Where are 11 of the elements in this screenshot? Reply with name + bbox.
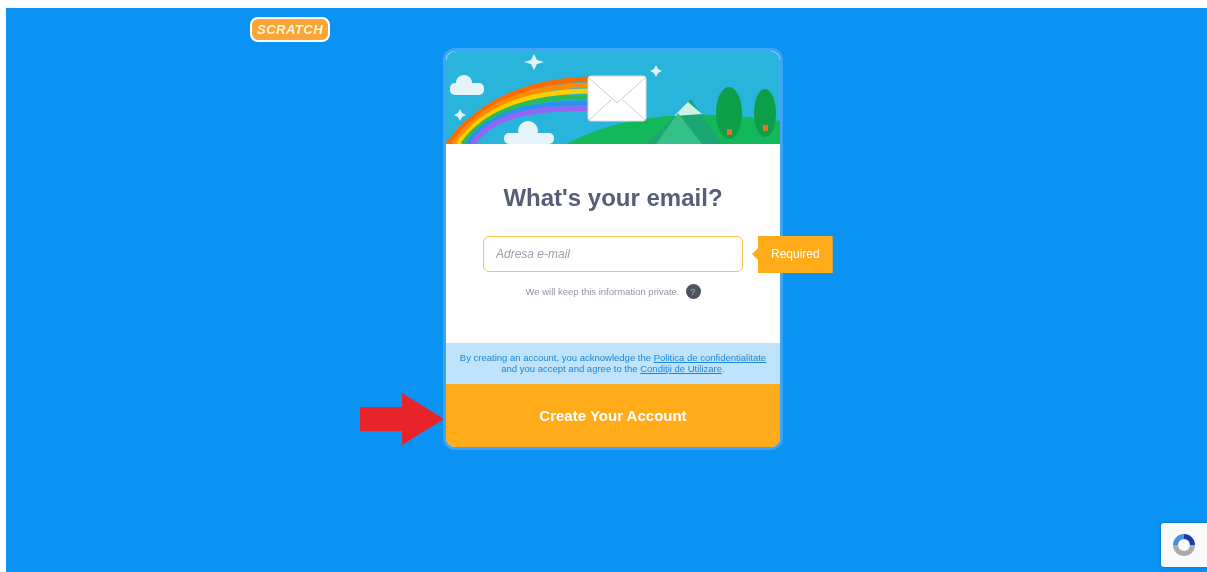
email-input[interactable]: Adresa e-mail <box>483 236 743 272</box>
required-tooltip: Required <box>752 236 833 273</box>
help-icon[interactable]: ? <box>685 284 701 299</box>
legal-notice: By creating an account, you acknowledge the Politica de confidentialitate and you accept and agree to the Condiţii de Utilizare. <box>446 343 780 384</box>
create-account-button[interactable]: Create Your Account <box>446 384 780 447</box>
recaptcha-icon[interactable] <box>1161 523 1207 567</box>
scratch-logo[interactable]: SCRATCH <box>250 17 331 42</box>
arrow-icon <box>360 393 444 445</box>
privacy-note: We will keep this information private. <box>525 286 680 297</box>
form-title: What's your email? <box>503 184 723 212</box>
privacy-policy-link[interactable]: Politica de confidentialitate <box>653 352 767 363</box>
